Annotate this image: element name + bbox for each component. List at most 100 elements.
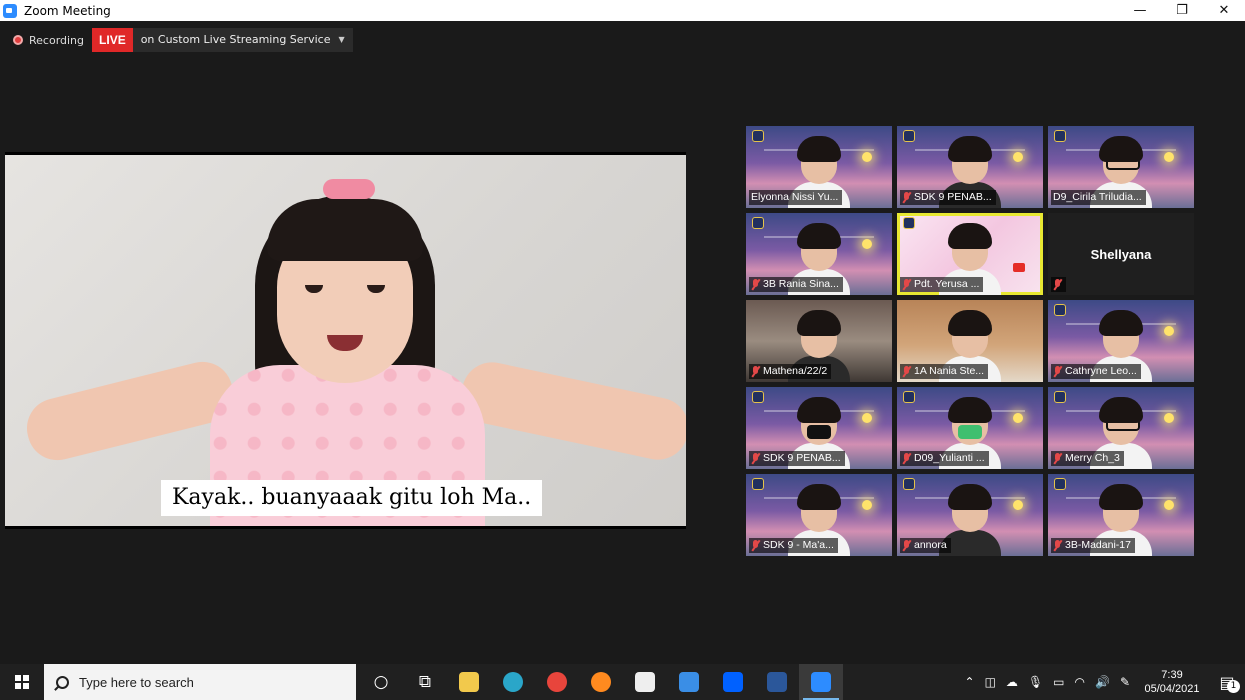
participant-hair (1099, 397, 1143, 423)
participant-name-tag: 3B Rania Sina... (749, 277, 843, 292)
windows-taskbar: Type here to search ○ ⧉ ⌃ ◫ ☁ 🎙 ▭ ◠ 🔊 ✎ 7… (0, 664, 1245, 700)
taskbar-dropbox-button[interactable] (711, 664, 755, 700)
participant-tile[interactable]: 3B-Madani-17 (1048, 474, 1194, 556)
taskbar-clock[interactable]: 7:39 05/04/2021 (1135, 668, 1209, 696)
live-badge: LIVE (92, 28, 133, 52)
school-logo-icon (903, 391, 915, 403)
camera-icon[interactable]: ◫ (980, 675, 1001, 689)
participant-hair (797, 223, 841, 249)
live-stream-menu[interactable]: on Custom Live Streaming Service ▼ (132, 28, 353, 52)
taskbar-edge-button[interactable] (491, 664, 535, 700)
school-logo-icon (903, 130, 915, 142)
system-tray: ⌃ ◫ ☁ 🎙 ▭ ◠ 🔊 ✎ 7:39 05/04/2021 ▤ 1 (960, 664, 1245, 700)
participant-name-tag: Merry Ch_3 (1051, 451, 1124, 466)
mic-off-icon (902, 540, 911, 551)
start-button[interactable] (0, 664, 44, 700)
participant-name-tag: SDK 9 - Ma'a... (749, 538, 838, 553)
participant-tile[interactable]: SDK 9 PENAB... (746, 387, 892, 469)
taskbar-search[interactable]: Type here to search (44, 664, 356, 700)
participant-name: Mathena/22/2 (763, 365, 828, 377)
school-logo-icon (903, 217, 915, 229)
notification-badge: 1 (1227, 680, 1240, 693)
participant-tile[interactable]: Cathryne Leo... (1048, 300, 1194, 382)
taskbar-apps: ○ ⧉ (359, 664, 843, 700)
mic-off-icon (902, 279, 911, 290)
close-button[interactable]: ✕ (1203, 0, 1245, 21)
notification-center-button[interactable]: ▤ 1 (1209, 664, 1245, 700)
chevron-up-icon[interactable]: ⌃ (960, 675, 980, 689)
participant-hair (948, 397, 992, 423)
participant-name: SDK 9 PENAB... (763, 452, 841, 464)
speaker-hair-bow (323, 179, 375, 199)
participant-tile[interactable]: Shellyana (1048, 213, 1194, 295)
participant-name-tag: Elyonna Nissi Yu... (749, 190, 843, 205)
volume-icon[interactable]: 🔊 (1090, 675, 1115, 689)
participant-name-tag: Pdt. Yerusa ... (900, 277, 984, 292)
participant-name-tag: SDK 9 PENAB... (900, 190, 996, 205)
participant-tile[interactable]: Mathena/22/2 (746, 300, 892, 382)
zoom-icon (811, 672, 831, 692)
school-logo-icon (1054, 130, 1066, 142)
window-controls: — ❐ ✕ (1119, 0, 1245, 21)
participant-hair (948, 223, 992, 249)
cloud-icon[interactable]: ☁ (1001, 675, 1023, 689)
taskbar-zoom-button[interactable] (799, 664, 843, 700)
taskbar-chrome-button[interactable] (535, 664, 579, 700)
pen-icon[interactable]: ✎ (1115, 675, 1135, 689)
firefox-icon (591, 672, 611, 692)
clock-time: 7:39 (1161, 669, 1183, 681)
participant-hair (797, 136, 841, 162)
participant-gallery: Elyonna Nissi Yu... SDK 9 PENAB... D9_Ciri… (746, 126, 1195, 558)
taskbar-file-explorer-button[interactable] (447, 664, 491, 700)
participant-name: Cathryne Leo... (1065, 365, 1137, 377)
mic-off-icon (751, 453, 760, 464)
mail-icon (679, 672, 699, 692)
taskbar-amazon-button[interactable] (623, 664, 667, 700)
search-icon (56, 675, 69, 689)
participant-tile[interactable]: D9_Cirila Triludia... (1048, 126, 1194, 208)
participant-tile[interactable]: Elyonna Nissi Yu... (746, 126, 892, 208)
school-logo-icon (1054, 391, 1066, 403)
participant-name-tag: SDK 9 PENAB... (749, 451, 845, 466)
participant-tile[interactable]: SDK 9 PENAB... (897, 126, 1043, 208)
participant-tile[interactable]: annora (897, 474, 1043, 556)
participant-hair (1099, 484, 1143, 510)
minimize-button[interactable]: — (1119, 0, 1161, 21)
chrome-icon (547, 672, 567, 692)
school-logo-icon (752, 130, 764, 142)
mic-off-icon (751, 540, 760, 551)
clock-date: 05/04/2021 (1144, 683, 1200, 695)
amazon-icon (635, 672, 655, 692)
taskbar-firefox-button[interactable] (579, 664, 623, 700)
recording-dot-icon (13, 35, 23, 45)
participant-tile[interactable]: 1A Nania Ste... (897, 300, 1043, 382)
taskbar-word-button[interactable] (755, 664, 799, 700)
battery-icon[interactable]: ▭ (1048, 675, 1069, 689)
mic-off-icon (751, 366, 760, 377)
taskbar-task-view-button[interactable]: ⧉ (403, 664, 447, 700)
participant-name: D09_Yulianti ... (914, 452, 985, 464)
participant-name-tag (1051, 277, 1066, 292)
participant-tile[interactable]: SDK 9 - Ma'a... (746, 474, 892, 556)
participant-hair (948, 136, 992, 162)
taskbar-mail-button[interactable] (667, 664, 711, 700)
live-stream-label: on Custom Live Streaming Service (140, 33, 331, 46)
taskbar-cortana-button[interactable]: ○ (359, 664, 403, 700)
dropbox-icon (723, 672, 743, 692)
microphone-icon[interactable]: 🎙 (1023, 675, 1048, 689)
participant-tile[interactable]: D09_Yulianti ... (897, 387, 1043, 469)
participant-tile[interactable]: 3B Rania Sina... (746, 213, 892, 295)
wifi-icon[interactable]: ◠ (1070, 675, 1090, 689)
participant-tile[interactable]: Merry Ch_3 (1048, 387, 1194, 469)
mic-off-icon (1053, 279, 1062, 290)
mic-off-icon (902, 192, 911, 203)
restore-button[interactable]: ❐ (1161, 0, 1203, 21)
school-logo-icon (752, 391, 764, 403)
participant-hair (1099, 310, 1143, 336)
school-logo-icon (1054, 478, 1066, 490)
participant-name-tag: 3B-Madani-17 (1051, 538, 1135, 553)
participant-tile[interactable]: Pdt. Yerusa ... (897, 213, 1043, 295)
title-bar: Zoom Meeting — ❐ ✕ (0, 0, 1245, 21)
participant-hair (1099, 136, 1143, 162)
participant-hair (948, 484, 992, 510)
